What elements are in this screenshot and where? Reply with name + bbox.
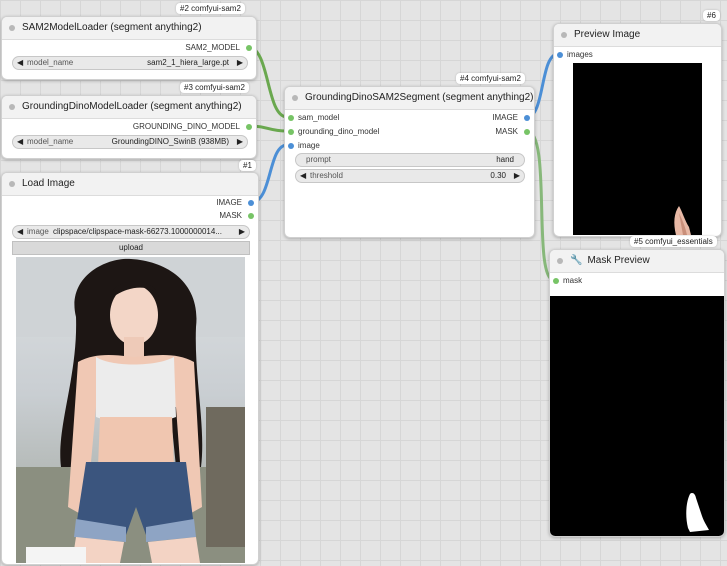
input-port-icon[interactable] <box>553 278 559 284</box>
input-label: images <box>567 50 593 59</box>
widget-name: threshold <box>310 171 343 180</box>
mask-shape <box>686 493 709 532</box>
collapse-dot-icon[interactable] <box>292 95 298 101</box>
output-label: IMAGE <box>492 113 518 122</box>
output-port-icon[interactable] <box>524 115 530 121</box>
input-port-icon[interactable] <box>288 143 294 149</box>
node-title: Preview Image <box>574 29 641 40</box>
widget-name: model_name <box>27 137 74 146</box>
sam2-model-loader-node[interactable]: SAM2ModelLoader (segment anything2) SAM2… <box>1 16 257 80</box>
input-label: mask <box>563 276 583 285</box>
widget-value: clipspace/clipspace-mask-66273.100000001… <box>53 227 222 236</box>
widget-value: 0.30 <box>490 171 506 180</box>
output-label: GROUNDING_DINO_MODEL <box>132 122 240 131</box>
output-grounding-dino-model[interactable]: GROUNDING_DINO_MODEL <box>133 120 256 134</box>
input-mask[interactable]: mask <box>550 274 582 288</box>
load-image-node[interactable]: Load Image IMAGE MASK ◀ image clipspace/… <box>1 172 259 565</box>
output-port-icon[interactable] <box>246 124 252 130</box>
node-title-bar[interactable]: GroundingDinoModelLoader (segment anythi… <box>2 96 256 119</box>
output-port-icon[interactable] <box>524 129 530 135</box>
arrow-right-icon[interactable]: ▶ <box>239 226 245 238</box>
model-name-combo[interactable]: ◀ model_name GroundingDINO_SwinB (938MB)… <box>12 135 248 149</box>
preview-image-output <box>573 63 702 235</box>
image-preview <box>16 257 245 563</box>
node-title-bar[interactable]: Load Image <box>2 173 258 196</box>
mask-preview-node[interactable]: 🔧 Mask Preview mask <box>549 249 725 537</box>
upload-button[interactable]: upload <box>12 241 250 255</box>
input-images[interactable]: images <box>554 48 593 62</box>
node-title: GroundingDinoSAM2Segment (segment anythi… <box>305 92 534 103</box>
widget-name: prompt <box>306 155 331 164</box>
node-tag: #3 comfyui-sam2 <box>180 82 249 93</box>
node-title-bar[interactable]: GroundingDinoSAM2Segment (segment anythi… <box>285 87 534 110</box>
output-image[interactable]: IMAGE <box>216 196 258 210</box>
arrow-right-icon[interactable]: ▶ <box>237 57 243 69</box>
output-image[interactable]: IMAGE <box>492 111 534 125</box>
widget-value: GroundingDINO_SwinB (938MB) <box>111 137 229 146</box>
input-port-icon[interactable] <box>288 115 294 121</box>
node-tag: #6 <box>703 10 720 21</box>
arrow-left-icon[interactable]: ◀ <box>17 136 23 148</box>
input-grounding-dino-model[interactable]: grounding_dino_model <box>285 125 379 139</box>
collapse-dot-icon[interactable] <box>9 181 15 187</box>
widget-name: image <box>27 227 49 236</box>
output-label: MASK <box>219 211 242 220</box>
input-label: sam_model <box>298 113 340 122</box>
output-port-icon[interactable] <box>248 213 254 219</box>
prompt-field[interactable]: prompt hand <box>295 153 525 167</box>
collapse-dot-icon[interactable] <box>557 258 563 264</box>
grounding-dino-sam2-segment-node[interactable]: GroundingDinoSAM2Segment (segment anythi… <box>284 86 535 238</box>
node-tag: #1 <box>239 160 256 171</box>
widget-value: hand <box>496 155 514 164</box>
mask-preview-output <box>550 296 724 536</box>
node-title-bar[interactable]: SAM2ModelLoader (segment anything2) <box>2 17 256 40</box>
output-label: SAM2_MODEL <box>185 43 240 52</box>
node-tag: #4 comfyui-sam2 <box>456 73 525 84</box>
output-label: MASK <box>495 127 518 136</box>
input-label: image <box>298 141 320 150</box>
arrow-right-icon[interactable]: ▶ <box>514 170 520 182</box>
collapse-dot-icon[interactable] <box>561 32 567 38</box>
image-combo[interactable]: ◀ image clipspace/clipspace-mask-66273.1… <box>12 225 250 239</box>
node-tag: #5 comfyui_essentials <box>630 236 717 247</box>
collapse-dot-icon[interactable] <box>9 104 15 110</box>
output-sam2-model[interactable]: SAM2_MODEL <box>185 41 256 55</box>
portrait-image <box>16 257 245 563</box>
output-mask[interactable]: MASK <box>495 125 534 139</box>
node-title: Mask Preview <box>587 255 650 266</box>
output-mask[interactable]: MASK <box>219 209 258 223</box>
output-port-icon[interactable] <box>246 45 252 51</box>
node-title: GroundingDinoModelLoader (segment anythi… <box>22 101 242 112</box>
output-label: IMAGE <box>216 198 242 207</box>
node-title: Load Image <box>22 178 75 189</box>
model-name-combo[interactable]: ◀ model_name sam2_1_hiera_large.pt ▶ <box>12 56 248 70</box>
output-port-icon[interactable] <box>248 200 254 206</box>
node-title-bar[interactable]: Preview Image <box>554 24 721 47</box>
widget-value: sam2_1_hiera_large.pt <box>147 58 229 67</box>
node-tag: #2 comfyui-sam2 <box>176 3 245 14</box>
grounding-dino-loader-node[interactable]: GroundingDinoModelLoader (segment anythi… <box>1 95 257 159</box>
hand-cutout <box>674 206 691 235</box>
collapse-dot-icon[interactable] <box>9 25 15 31</box>
wrench-icon: 🔧 <box>570 255 583 266</box>
arrow-left-icon[interactable]: ◀ <box>17 57 23 69</box>
node-title: SAM2ModelLoader (segment anything2) <box>22 22 202 33</box>
node-title-bar[interactable]: 🔧 Mask Preview <box>550 250 724 273</box>
input-label: grounding_dino_model <box>298 127 380 136</box>
input-image[interactable]: image <box>285 139 320 153</box>
input-port-icon[interactable] <box>557 52 563 58</box>
preview-image-node[interactable]: Preview Image images <box>553 23 722 237</box>
threshold-number[interactable]: ◀ threshold 0.30 ▶ <box>295 169 525 183</box>
arrow-left-icon[interactable]: ◀ <box>17 226 23 238</box>
input-sam-model[interactable]: sam_model <box>285 111 339 125</box>
widget-name: model_name <box>27 58 74 67</box>
input-port-icon[interactable] <box>288 129 294 135</box>
arrow-left-icon[interactable]: ◀ <box>300 170 306 182</box>
arrow-right-icon[interactable]: ▶ <box>237 136 243 148</box>
